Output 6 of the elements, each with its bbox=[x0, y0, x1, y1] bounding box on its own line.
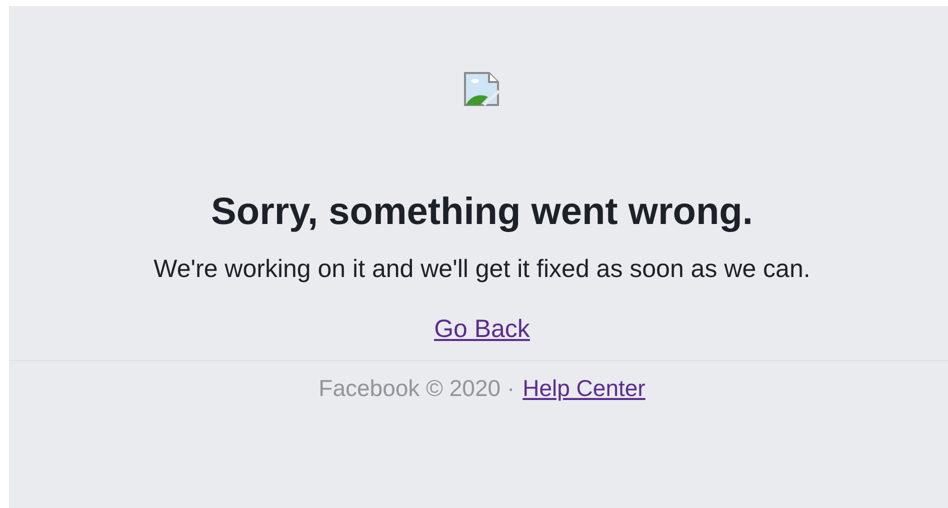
broken-image-icon bbox=[464, 72, 500, 106]
help-center-link[interactable]: Help Center bbox=[522, 373, 646, 403]
error-message: We're working on it and we'll get it fixed as soon as we can. bbox=[154, 254, 810, 284]
error-heading: Sorry, something went wrong. bbox=[211, 190, 753, 234]
copyright-text: Facebook © 2020 · bbox=[318, 374, 515, 403]
go-back-link[interactable]: Go Back bbox=[434, 314, 530, 344]
